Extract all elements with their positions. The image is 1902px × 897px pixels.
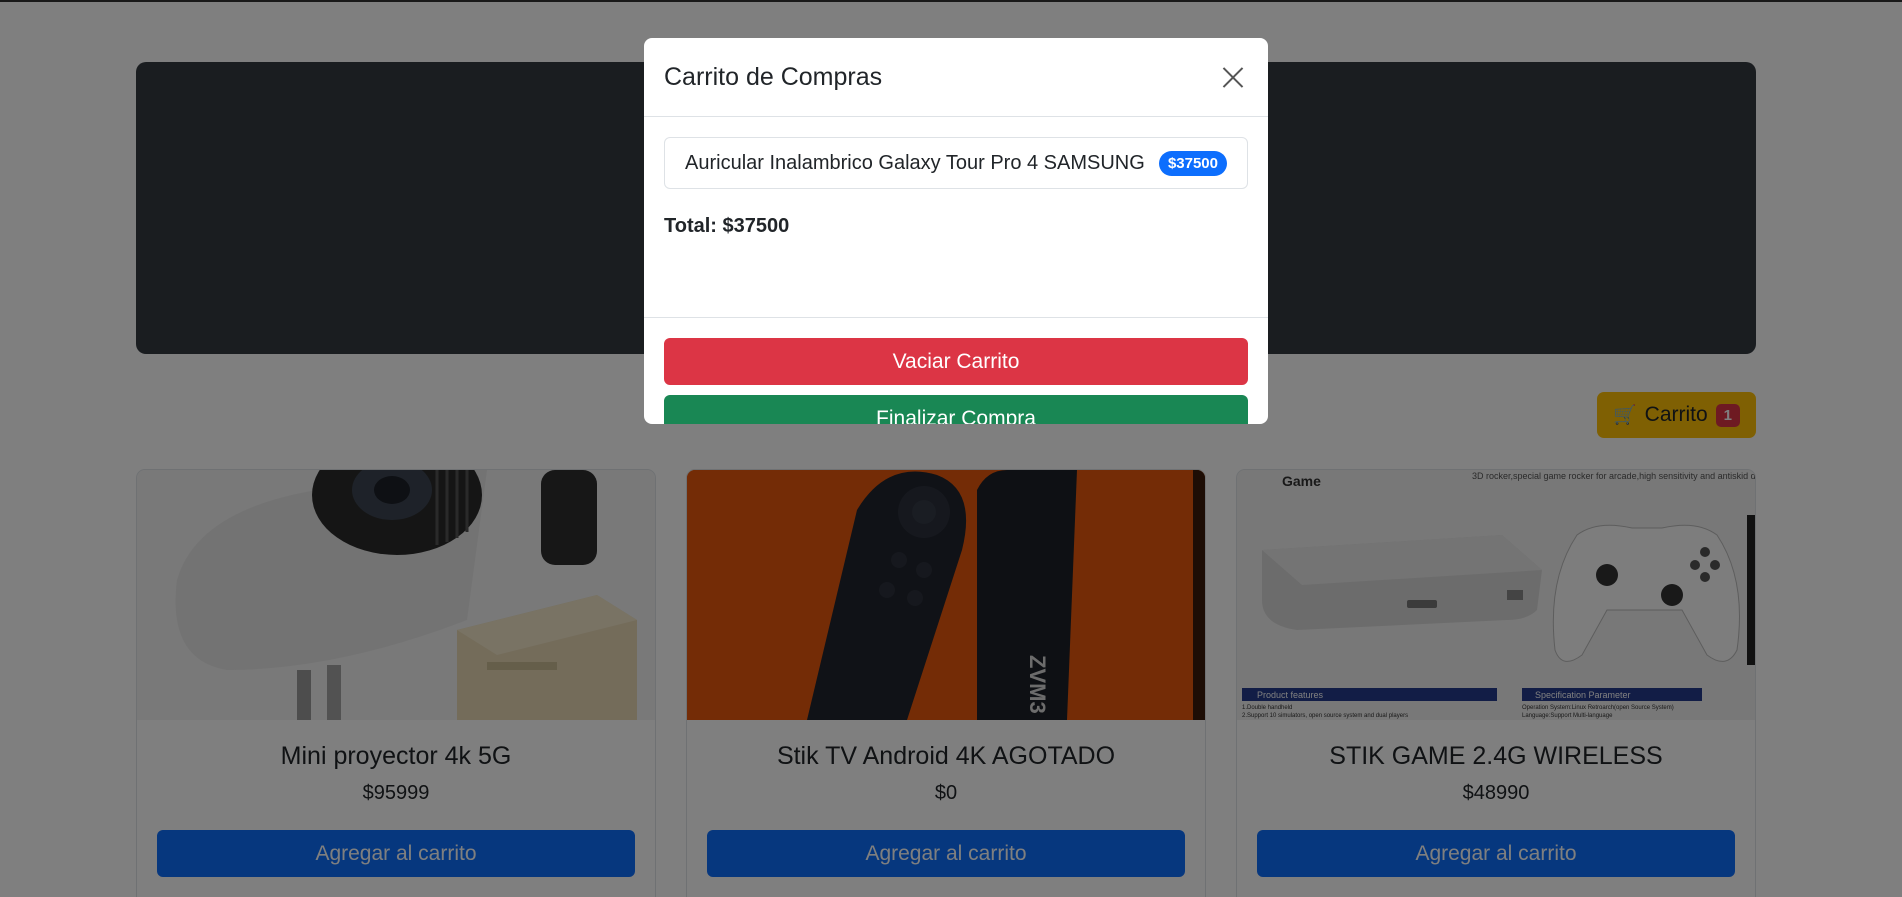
- checkout-button[interactable]: Finalizar Compra: [664, 395, 1248, 424]
- cart-list-item: Auricular Inalambrico Galaxy Tour Pro 4 …: [664, 137, 1248, 189]
- empty-cart-button[interactable]: Vaciar Carrito: [664, 338, 1248, 385]
- cart-total: Total: $37500: [664, 215, 1248, 238]
- modal-footer: Vaciar Carrito Finalizar Compra: [644, 317, 1268, 424]
- cart-total-value: $37500: [722, 215, 790, 237]
- cart-item-price-badge: $37500: [1158, 150, 1227, 176]
- modal-body: Auricular Inalambrico Galaxy Tour Pro 4 …: [644, 117, 1268, 317]
- cart-modal: Carrito de Compras Auricular Inalambrico…: [644, 38, 1268, 424]
- modal-title: Carrito de Compras: [664, 62, 883, 91]
- close-icon[interactable]: [1218, 62, 1248, 92]
- cart-item-name: Auricular Inalambrico Galaxy Tour Pro 4 …: [685, 151, 1145, 174]
- cart-total-label: Total:: [664, 215, 717, 237]
- modal-header: Carrito de Compras: [644, 38, 1268, 117]
